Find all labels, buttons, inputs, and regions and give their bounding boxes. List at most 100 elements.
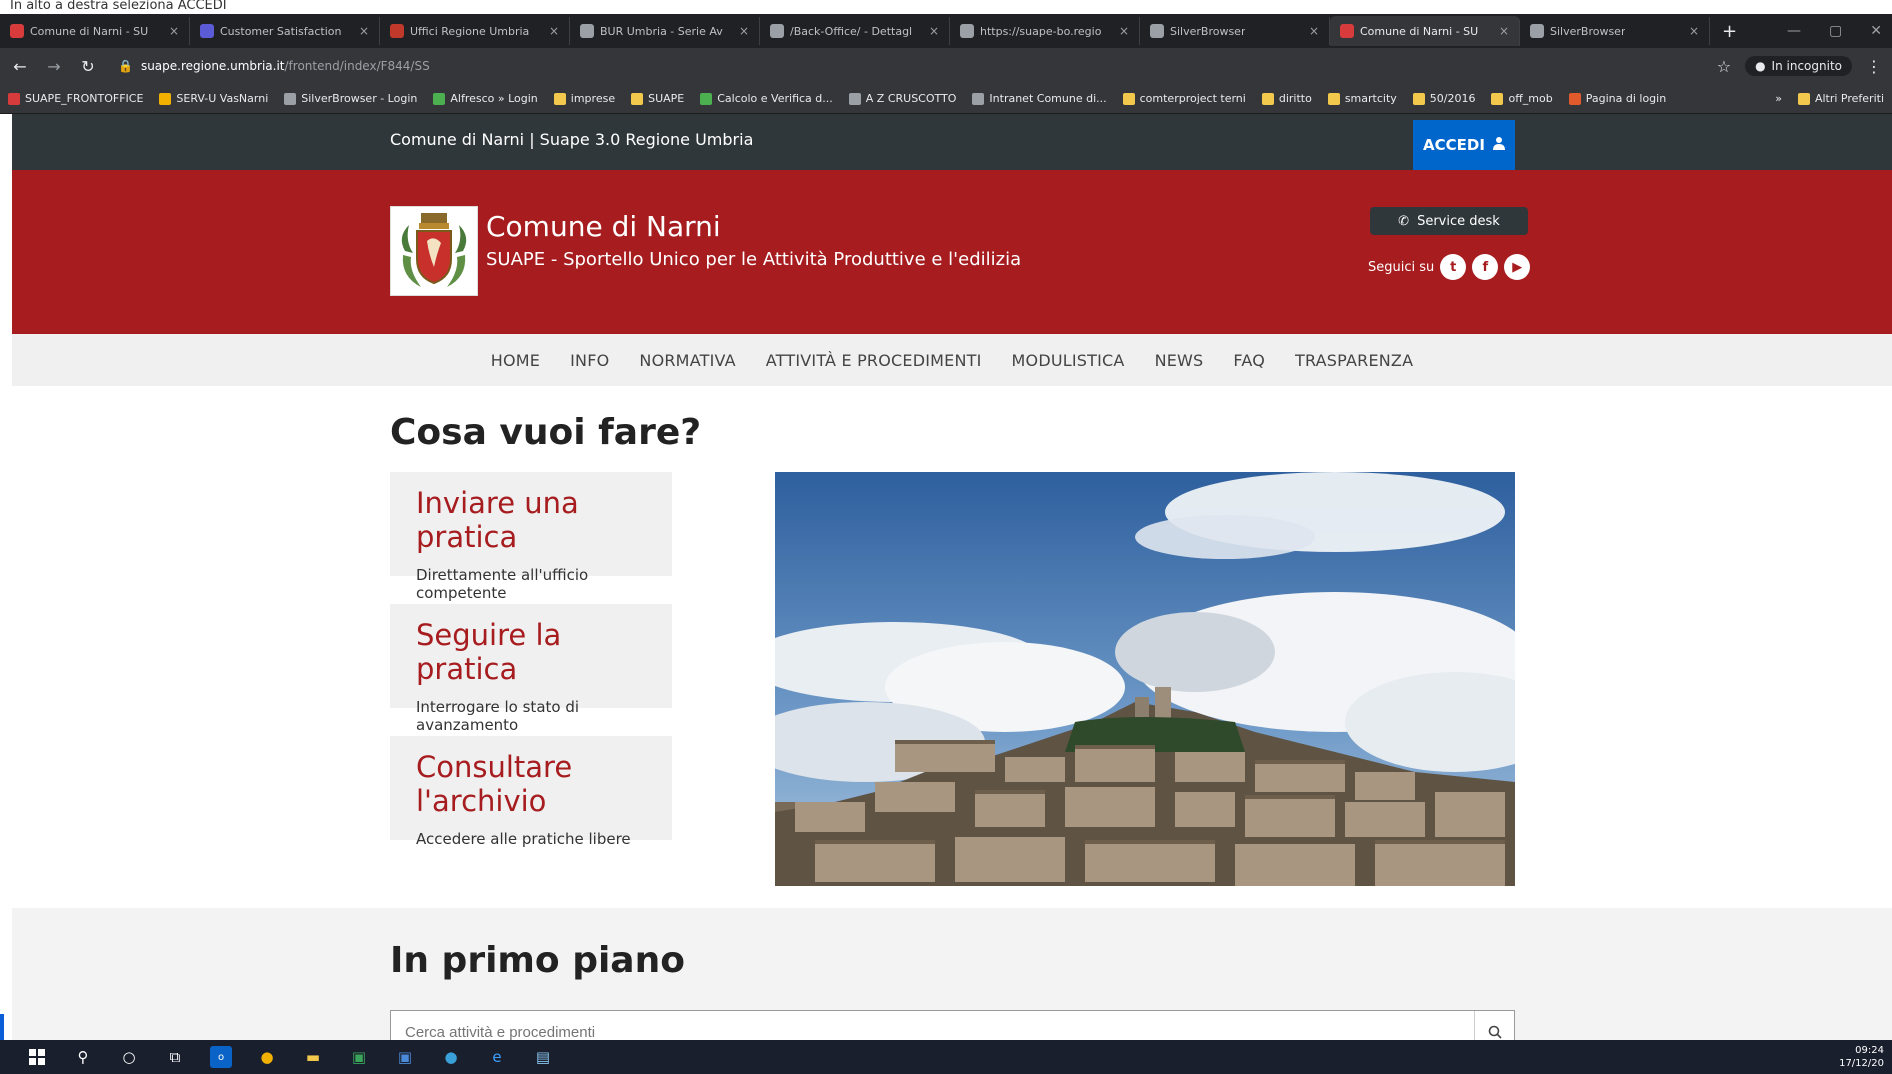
card-subtitle: Interrogare lo stato di avanzamento: [416, 698, 580, 734]
browser-tab[interactable]: https://suape-bo.regio ×: [950, 17, 1140, 45]
twitter-icon[interactable]: t: [1440, 254, 1467, 280]
document-icon[interactable]: ▤: [532, 1046, 554, 1068]
tab-close-icon[interactable]: ×: [351, 24, 369, 38]
reload-icon[interactable]: ↻: [78, 57, 98, 76]
tab-favicon: [1530, 24, 1544, 38]
maximize-icon[interactable]: ▢: [1829, 23, 1842, 39]
card-title: Inviare una pratica: [416, 486, 579, 554]
incognito-badge[interactable]: ● In incognito: [1745, 56, 1852, 76]
comune-logo[interactable]: [390, 206, 478, 296]
tab-close-icon[interactable]: ×: [1301, 24, 1319, 38]
bookmark-item[interactable]: Alfresco » Login: [433, 92, 538, 105]
bookmark-label: SERV-U VasNarni: [176, 92, 269, 105]
bookmark-item[interactable]: Intranet Comune di...: [972, 92, 1107, 105]
nav-item-faq[interactable]: FAQ: [1233, 351, 1265, 370]
bookmark-label: SilverBrowser - Login: [301, 92, 418, 105]
app-icon[interactable]: ●: [440, 1046, 462, 1068]
bookmark-item[interactable]: 50/2016: [1412, 92, 1476, 105]
edge-icon[interactable]: e: [486, 1046, 508, 1068]
menu-dots-icon[interactable]: ⋮: [1866, 57, 1882, 76]
nav-item-normativa[interactable]: NORMATIVA: [639, 351, 735, 370]
browser-tab[interactable]: BUR Umbria - Serie Av ×: [570, 17, 760, 45]
youtube-icon[interactable]: ▶: [1504, 254, 1531, 280]
site-title: Comune di Narni: [486, 210, 721, 243]
tab-label: SilverBrowser: [1170, 24, 1246, 38]
browser-tab[interactable]: Comune di Narni - SU ×: [1330, 16, 1520, 46]
browser-tab-strip: Comune di Narni - SU × Customer Satisfacti…: [0, 14, 1892, 48]
bookmark-item[interactable]: SERV-U VasNarni: [159, 92, 268, 105]
service-desk-button[interactable]: ✆ Service desk: [1370, 207, 1528, 235]
browser-tab[interactable]: Comune di Narni - SU ×: [0, 17, 190, 45]
nav-item-attivit-e-procedimenti[interactable]: ATTIVITÀ E PROCEDIMENTI: [766, 351, 982, 370]
bookmark-item[interactable]: A Z CRUSCOTTO: [848, 92, 956, 105]
browser-tab[interactable]: SilverBrowser ×: [1140, 17, 1330, 45]
search-icon[interactable]: [1474, 1011, 1514, 1040]
bookmark-item[interactable]: SUAPE: [631, 92, 684, 105]
card-subtitle: Direttamente all'ufficio competente: [416, 566, 589, 602]
card-consultare-archivio[interactable]: Consultare l'archivio Accedere alle prat…: [390, 736, 672, 848]
system-clock[interactable]: 09:24 17/12/20: [1839, 1044, 1884, 1070]
outlook-icon[interactable]: o: [210, 1046, 232, 1068]
bookmark-item[interactable]: smartcity: [1327, 92, 1397, 105]
browser-tab[interactable]: Uffici Regione Umbria ×: [380, 17, 570, 45]
tab-close-icon[interactable]: ×: [161, 24, 179, 38]
file-explorer-icon[interactable]: ▬: [302, 1046, 324, 1068]
close-icon[interactable]: ✕: [1870, 23, 1882, 39]
forward-icon[interactable]: →: [44, 57, 64, 76]
browser-tab[interactable]: SilverBrowser ×: [1520, 17, 1710, 45]
bookmark-item[interactable]: SUAPE_FRONTOFFICE: [8, 92, 143, 105]
browser-tab[interactable]: /Back-Office/ - Dettagl ×: [760, 17, 950, 45]
card-seguire-pratica[interactable]: Seguire la pratica Interrogare lo stato …: [390, 604, 672, 734]
nav-item-modulistica[interactable]: MODULISTICA: [1012, 351, 1125, 370]
search-input[interactable]: [405, 1023, 1474, 1040]
nav-item-trasparenza[interactable]: TRASPARENZA: [1295, 351, 1413, 370]
bookmark-icon: [1491, 92, 1504, 105]
tab-close-icon[interactable]: ×: [921, 24, 939, 38]
star-icon[interactable]: ☆: [1717, 57, 1731, 76]
tab-close-icon[interactable]: ×: [1111, 24, 1129, 38]
tab-close-icon[interactable]: ×: [1681, 24, 1699, 38]
nav-item-news[interactable]: NEWS: [1155, 351, 1204, 370]
windows-start-icon[interactable]: [26, 1046, 48, 1068]
clock-date: 17/12/20: [1839, 1058, 1884, 1069]
accedi-button[interactable]: ACCEDI: [1413, 120, 1515, 170]
facebook-icon[interactable]: f: [1472, 254, 1499, 280]
bookmark-item[interactable]: off_mob: [1491, 92, 1553, 105]
tab-close-icon[interactable]: ×: [541, 24, 559, 38]
card-inviare-pratica[interactable]: Inviare una pratica Direttamente all'uff…: [390, 472, 672, 602]
browser-tab[interactable]: Customer Satisfaction ×: [190, 17, 380, 45]
left-edge: [0, 114, 12, 1040]
bookmark-label: Calcolo e Verifica d...: [717, 92, 833, 105]
tab-label: Comune di Narni - SU: [30, 24, 149, 38]
back-icon[interactable]: ←: [10, 57, 30, 76]
task-view-icon[interactable]: ⧉: [164, 1046, 186, 1068]
bookmark-item[interactable]: diritto: [1261, 92, 1312, 105]
bookmark-item[interactable]: Altri Preferiti: [1797, 92, 1884, 105]
chrome-icon[interactable]: ●: [256, 1046, 278, 1068]
bookmark-icon: [631, 92, 644, 105]
nav-item-info[interactable]: INFO: [570, 351, 609, 370]
tab-close-icon[interactable]: ×: [731, 24, 749, 38]
bookmark-item[interactable]: SilverBrowser - Login: [284, 92, 417, 105]
search-icon[interactable]: ⚲: [72, 1046, 94, 1068]
service-desk-label: Service desk: [1417, 213, 1500, 229]
bookmark-item[interactable]: Pagina di login: [1568, 92, 1666, 105]
url-field[interactable]: 🔒 suape.regione.umbria.it/frontend/index…: [112, 54, 1703, 78]
bookmark-item[interactable]: imprese: [553, 92, 615, 105]
bookmark-item[interactable]: Calcolo e Verifica d...: [700, 92, 833, 105]
excel-icon[interactable]: ▣: [348, 1046, 370, 1068]
new-tab-button[interactable]: +: [1710, 21, 1749, 42]
bookmark-label: smartcity: [1344, 92, 1397, 105]
nav-item-home[interactable]: HOME: [491, 351, 540, 370]
tab-label: Comune di Narni - SU: [1360, 24, 1479, 38]
tab-close-icon[interactable]: ×: [1491, 24, 1509, 38]
cortana-icon[interactable]: ○: [118, 1046, 140, 1068]
bookmark-item[interactable]: comterproject terni: [1122, 92, 1246, 105]
bookmark-label: Alfresco » Login: [450, 92, 538, 105]
window-controls: — ▢ ✕: [1787, 23, 1892, 39]
bookmark-item[interactable]: »: [1775, 92, 1782, 105]
bookmark-label: 50/2016: [1429, 92, 1476, 105]
minimize-icon[interactable]: —: [1787, 23, 1801, 39]
bookmark-icon: [159, 92, 172, 105]
word-icon[interactable]: ▣: [394, 1046, 416, 1068]
